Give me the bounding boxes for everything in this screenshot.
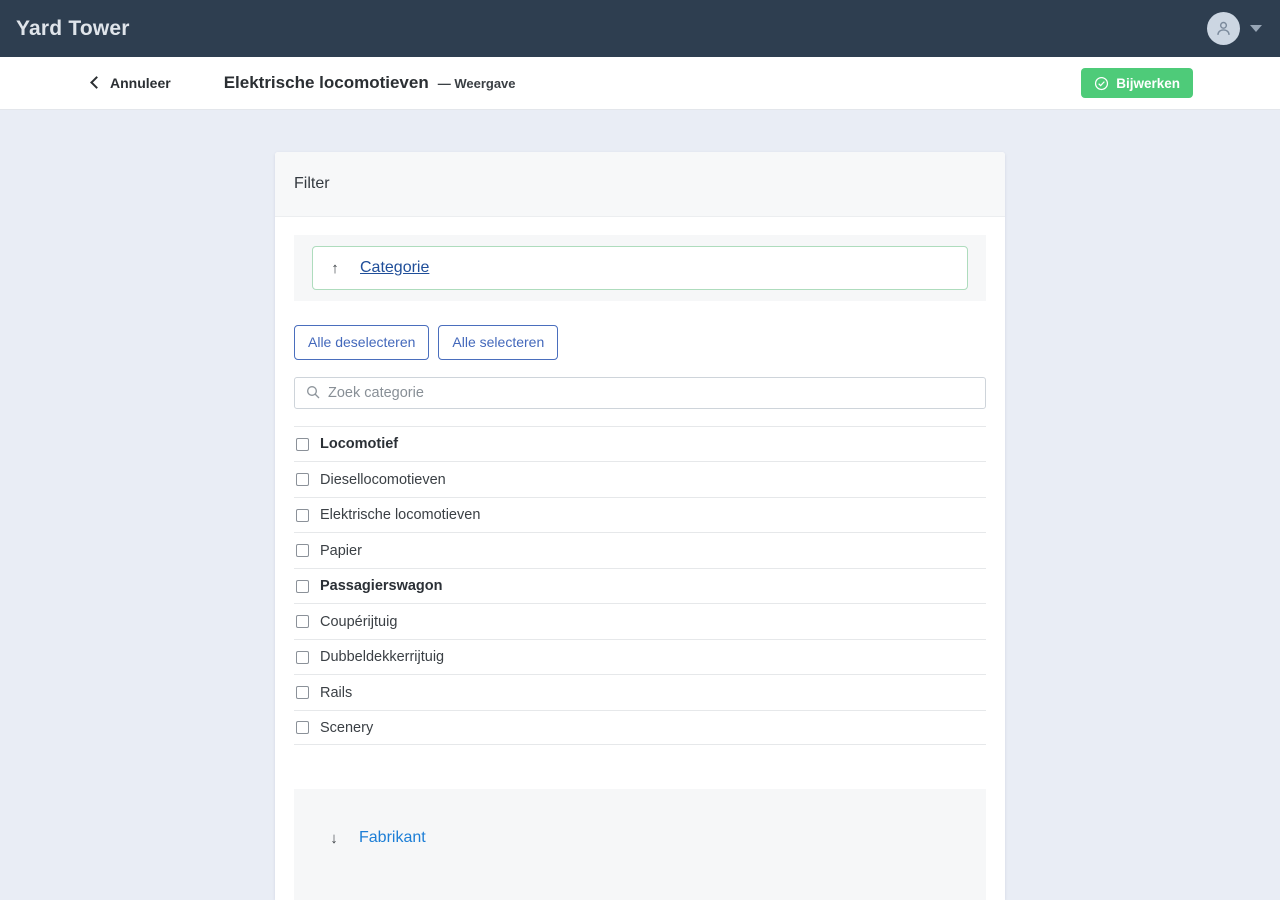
- app-brand: Yard Tower: [16, 16, 130, 40]
- list-item-label: Papier: [320, 542, 362, 559]
- accordion-header-fabrikant[interactable]: ↓ Fabrikant: [312, 819, 968, 893]
- list-item[interactable]: Locomotief: [294, 425, 986, 462]
- navbar-user-menu[interactable]: [1207, 12, 1262, 45]
- accordion-label-fabrikant[interactable]: Fabrikant: [359, 829, 426, 847]
- list-item-label: Scenery: [320, 719, 374, 736]
- list-item[interactable]: Rails: [294, 674, 986, 710]
- list-item[interactable]: Elektrische locomotieven: [294, 496, 986, 533]
- checkbox[interactable]: [296, 473, 309, 487]
- checkbox[interactable]: [296, 686, 309, 700]
- list-item[interactable]: Coupérijtuig: [294, 603, 986, 639]
- list-item[interactable]: Diesellocomotieven: [294, 461, 986, 497]
- accordion-header-categorie[interactable]: ↑ Categorie: [312, 246, 968, 290]
- top-navbar: Yard Tower: [0, 0, 1280, 57]
- page-subtitle: — Weergave: [437, 75, 516, 91]
- filter-title: Filter: [294, 175, 330, 192]
- list-item[interactable]: Dubbeldekkerrijtuig: [294, 638, 986, 675]
- accordion-label-categorie[interactable]: Categorie: [360, 259, 429, 277]
- checkbox[interactable]: [296, 437, 309, 451]
- update-button[interactable]: Bijwerken: [1081, 68, 1193, 98]
- list-item-label: Elektrische locomotieven: [320, 507, 481, 524]
- list-item-label: Locomotief: [320, 436, 399, 453]
- arrow-down-icon: ↓: [330, 829, 338, 847]
- filter-card: Filter ↑ Categorie Alle deselecteren All…: [275, 152, 1005, 900]
- categorie-section-header-wrap: ↑ Categorie: [294, 235, 986, 301]
- update-button-label: Bijwerken: [1116, 75, 1180, 91]
- chevron-left-icon: [90, 76, 103, 89]
- user-avatar-icon[interactable]: [1207, 12, 1240, 45]
- chevron-down-icon[interactable]: [1250, 25, 1262, 32]
- search-input[interactable]: [294, 376, 986, 409]
- deselect-all-button[interactable]: Alle deselecteren: [294, 325, 430, 360]
- list-item-label: Dubbeldekkerrijtuig: [320, 649, 445, 666]
- select-buttons-row: Alle deselecteren Alle selecteren: [294, 325, 986, 360]
- list-item-label: Passagierswagon: [320, 578, 443, 595]
- collapsed-sections-wrap: ↓ Fabrikant ↓ Tijdperk: [294, 789, 986, 900]
- checkbox[interactable]: [296, 579, 309, 593]
- filter-card-header: Filter: [275, 152, 1005, 217]
- list-item[interactable]: Papier: [294, 532, 986, 568]
- list-item-label: Diesellocomotieven: [320, 471, 446, 488]
- cancel-back-button[interactable]: Annuleer: [90, 75, 171, 91]
- checkbox[interactable]: [296, 508, 309, 522]
- search-wrapper: [294, 376, 986, 409]
- checkbox[interactable]: [296, 544, 309, 558]
- action-bar: Annuleer Elektrische locomotieven — Weer…: [0, 57, 1280, 110]
- checkbox[interactable]: [296, 615, 309, 629]
- checkbox[interactable]: [296, 721, 309, 735]
- accordion-header-tijdperk[interactable]: ↓ Tijdperk: [312, 893, 968, 900]
- page-body: Filter ↑ Categorie Alle deselecteren All…: [0, 110, 1280, 900]
- list-item-label: Rails: [320, 684, 353, 701]
- arrow-up-icon: ↑: [331, 259, 339, 277]
- list-item-label: Coupérijtuig: [320, 613, 398, 630]
- select-all-button[interactable]: Alle selecteren: [438, 325, 559, 360]
- categorie-section-body: Alle deselecteren Alle selecteren Locomo…: [275, 325, 1005, 746]
- page-title: Elektrische locomotieven: [223, 73, 429, 92]
- list-item[interactable]: Scenery: [294, 709, 986, 746]
- list-item[interactable]: Passagierswagon: [294, 567, 986, 604]
- cancel-back-label: Annuleer: [110, 75, 171, 91]
- checkbox[interactable]: [296, 650, 309, 664]
- check-circle-icon: [1095, 76, 1109, 90]
- category-checkbox-list: Locomotief Diesellocomotieven Elektrisch…: [294, 425, 986, 746]
